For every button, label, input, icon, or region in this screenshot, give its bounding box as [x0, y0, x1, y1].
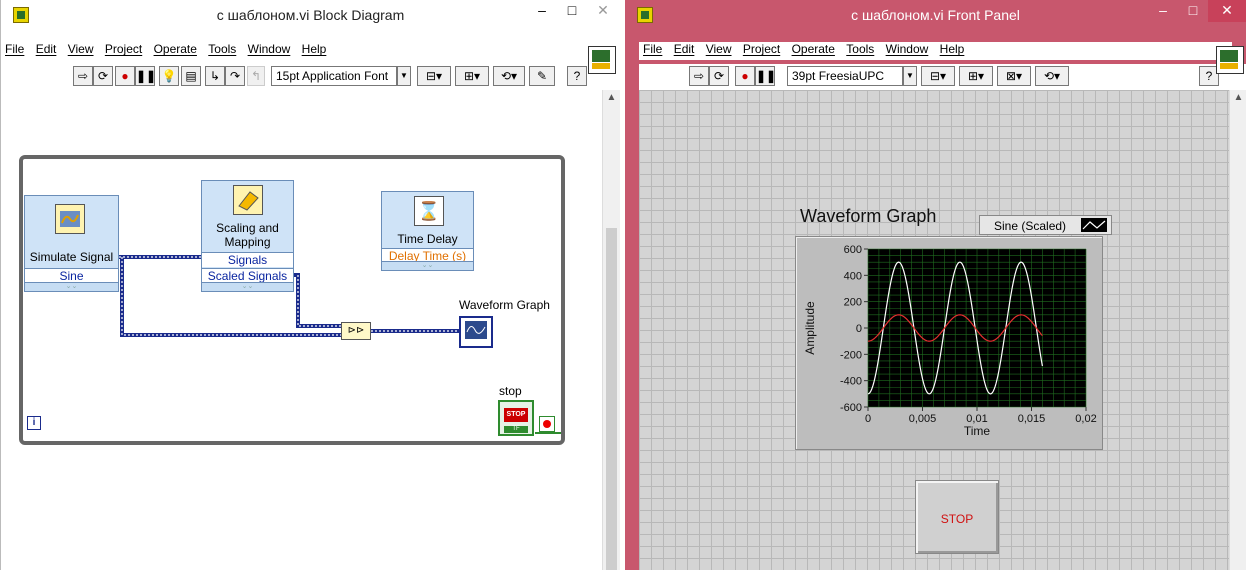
stop-terminal-inner: STOP [504, 408, 528, 422]
run-continuously-icon[interactable]: ⟳ [709, 66, 729, 86]
menu-file[interactable]: File [643, 42, 662, 56]
menu-bar: File Edit View Project Operate Tools Win… [639, 42, 1232, 60]
iteration-terminal[interactable]: i [27, 416, 41, 430]
menu-operate[interactable]: Operate [792, 42, 835, 56]
graph-title: Waveform Graph [800, 206, 937, 226]
stop-button[interactable]: STOP [915, 480, 999, 554]
run-arrow-icon[interactable]: ⇨ [689, 66, 709, 86]
plot-legend[interactable]: Sine (Scaled) [979, 215, 1112, 235]
hourglass-icon: ⌛ [414, 196, 444, 226]
toolbar: ⇨ ⟳ ● ❚❚ 39pt FreesiaUPC ▼ ⊟▾ ⊞▾ ⊠▾ ⟲▾ ? [639, 64, 1246, 90]
time-delay-express-vi[interactable]: ⌛ Time Delay Delay Time (s) ⌄⌄ [381, 191, 474, 271]
scaling-label-line2: Mapping [224, 235, 271, 249]
y-tick-label: 400 [844, 270, 862, 282]
align-objects-icon[interactable]: ⊟▾ [921, 66, 955, 86]
x-tick-label: 0 [865, 413, 871, 425]
menu-view[interactable]: View [706, 42, 732, 56]
vi-icon [1216, 46, 1244, 74]
reorder-icon[interactable]: ⟲▾ [1035, 66, 1069, 86]
front-panel-titlebar: с шаблоном.vi Front Panel – □ ✕ [625, 0, 1246, 30]
block-diagram-window: с шаблоном.vi Block Diagram – □ ✕ File E… [0, 0, 620, 570]
font-selector[interactable]: 39pt FreesiaUPC [787, 66, 903, 86]
waveform-graph-terminal-icon[interactable] [459, 316, 493, 348]
simulate-signal-express-vi[interactable]: Simulate Signal Sine ⌄⌄ [24, 195, 119, 292]
menu-edit[interactable]: Edit [674, 42, 695, 56]
simulate-signal-icon [55, 204, 85, 234]
expand-chevron-icon[interactable]: ⌄⌄ [25, 282, 118, 291]
x-axis-label: Time [964, 424, 991, 438]
stop-terminal-label: stop [499, 384, 522, 398]
eraser-glyph [238, 191, 259, 211]
minimize-button[interactable]: – [1148, 0, 1178, 22]
x-tick-label: 0,02 [1075, 413, 1096, 425]
front-panel-canvas: Waveform Graph Sine (Scaled) 0 0,005 0,01 0… [639, 90, 1229, 570]
simulate-signal-terminal[interactable]: Sine [25, 268, 118, 283]
waveform-graph-glyph [465, 321, 487, 339]
maximize-button[interactable]: □ [1178, 0, 1208, 22]
close-button[interactable]: ✕ [1208, 0, 1246, 22]
scroll-up-arrow-icon[interactable]: ▲ [1230, 92, 1246, 103]
menu-tools[interactable]: Tools [846, 42, 874, 56]
y-tick-label: -600 [840, 402, 862, 414]
time-delay-label: Time Delay [397, 232, 458, 246]
y-tick-label: 600 [844, 244, 862, 256]
y-axis-label: Amplitude [803, 301, 817, 355]
menu-help[interactable]: Help [940, 42, 965, 56]
x-tick-label: 0,015 [1018, 413, 1046, 425]
y-tick-label: 200 [844, 297, 862, 309]
legend-label: Sine (Scaled) [994, 219, 1067, 233]
legend-swatch-icon [1081, 218, 1107, 232]
menu-project[interactable]: Project [743, 42, 780, 56]
expand-chevron-icon[interactable]: ⌄⌄ [202, 282, 293, 291]
scaled-signals-terminal[interactable]: Scaled Signals [202, 268, 293, 283]
signals-terminal[interactable]: Signals [202, 252, 293, 267]
simulate-signal-glyph [60, 211, 80, 227]
distribute-objects-icon[interactable]: ⊞▾ [959, 66, 993, 86]
vertical-scrollbar[interactable]: ▲ [1229, 90, 1246, 570]
resize-objects-icon[interactable]: ⊠▾ [997, 66, 1031, 86]
loop-condition-icon[interactable] [539, 416, 555, 432]
pause-icon[interactable]: ❚❚ [755, 66, 776, 86]
scaling-mapping-icon [233, 185, 263, 215]
abort-icon[interactable]: ● [735, 66, 755, 86]
expand-chevron-icon[interactable]: ⌄⌄ [382, 261, 473, 270]
y-tick-label: -400 [840, 376, 862, 388]
scaling-label-line1: Scaling and [216, 221, 279, 235]
front-panel-window: с шаблоном.vi Front Panel – □ ✕ File Edi… [625, 0, 1246, 570]
waveform-graph-terminal-label: Waveform Graph [459, 298, 550, 312]
x-tick-label: 0,005 [909, 413, 937, 425]
tf-badge: TF [504, 426, 528, 433]
y-tick-label: -200 [840, 349, 862, 361]
waveform-graph-frame: 0 0,005 0,01 0,015 0,02 600 400 200 0 -200 -400 -60… [795, 236, 1103, 450]
scaling-and-mapping-express-vi[interactable]: Scaling and Mapping Signals Scaled Signa… [201, 180, 294, 292]
menu-window[interactable]: Window [886, 42, 929, 56]
merge-signals-icon[interactable]: ⊳⊳ [341, 322, 371, 340]
wire-scaling-to-merge [293, 273, 341, 328]
stop-button-terminal[interactable]: STOP TF [498, 400, 534, 436]
simulate-signal-label: Simulate Signal [29, 250, 114, 264]
scroll-thumb[interactable] [606, 228, 617, 570]
legend-swatch-line [1082, 220, 1106, 230]
font-dropdown-icon[interactable]: ▼ [903, 66, 917, 86]
y-tick-label: 0 [856, 323, 862, 335]
vertical-scrollbar[interactable]: ▲ [602, 90, 620, 570]
waveform-graph[interactable]: 0 0,005 0,01 0,015 0,026004002000-200-400-60… [796, 237, 1102, 449]
scroll-up-arrow-icon[interactable]: ▲ [603, 92, 620, 103]
